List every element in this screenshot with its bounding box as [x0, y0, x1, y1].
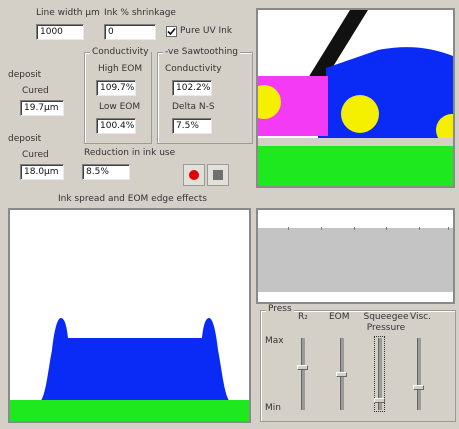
app-window: Line width µm 1000 Ink % shrinkage 0 Pur… [0, 0, 459, 429]
record-button[interactable] [183, 164, 205, 186]
press-col-visc: Visc. [410, 312, 431, 322]
sawtooth-conductivity-label: Conductivity [165, 64, 222, 74]
ink-spread-side-view [256, 208, 455, 304]
line-width-label: Line width µm [36, 8, 100, 18]
high-eom-label: High EOM [98, 64, 143, 74]
ink-shrinkage-input[interactable]: 0 [104, 24, 156, 40]
ink-spread-side-graphic [258, 210, 453, 302]
cured-value-2[interactable]: 18.0µm [20, 164, 64, 180]
viscosity-slider-thumb[interactable] [413, 385, 424, 390]
ink-profile-view [8, 208, 251, 423]
r2-slider-thumb[interactable] [297, 365, 308, 370]
cured-label-2: Cured [22, 150, 49, 160]
cured-value-1[interactable]: 19.7µm [20, 100, 64, 116]
checkmark-icon [167, 27, 176, 36]
line-width-input[interactable]: 1000 [36, 24, 84, 40]
high-eom-value[interactable]: 109.7% [96, 80, 136, 96]
chart-caption: Ink spread and EOM edge effects [58, 194, 207, 204]
sawtooth-conductivity-value[interactable]: 102.2% [172, 80, 212, 96]
conductivity-group-title: Conductivity [90, 47, 151, 57]
deposit-label-1: deposit [8, 70, 42, 80]
delta-ns-value[interactable]: 7.5% [172, 118, 212, 134]
low-eom-label: Low EOM [99, 102, 141, 112]
sawtoothing-group-title: -ve Sawtoothing [163, 47, 241, 57]
stop-button[interactable] [207, 164, 229, 186]
reduction-value[interactable]: 8.5% [82, 164, 130, 180]
delta-ns-label: Delta N-S [172, 102, 215, 112]
press-group-title: Press [266, 304, 294, 314]
reduction-label: Reduction in ink use [84, 148, 176, 158]
viscosity-slider-track [417, 338, 421, 410]
r2-slider-track [301, 338, 305, 410]
eom-slider-thumb[interactable] [336, 372, 347, 377]
press-col-eom: EOM [329, 312, 350, 322]
stop-icon [213, 170, 223, 180]
ink-shrinkage-label: Ink % shrinkage [104, 8, 176, 18]
pure-uv-checkbox[interactable] [166, 26, 177, 37]
print-simulation-graphic [258, 10, 453, 186]
press-group [260, 310, 456, 422]
cured-label-1: Cured [22, 86, 49, 96]
press-min-label: Min [265, 403, 281, 413]
low-eom-value[interactable]: 100.4% [96, 118, 136, 134]
deposit-label-2: deposit [8, 134, 42, 144]
press-col-r2: R₂ [298, 312, 308, 322]
press-max-label: Max [265, 336, 284, 346]
pure-uv-label: Pure UV Ink [180, 26, 233, 36]
squeegee-slider-thumb[interactable] [374, 398, 385, 403]
print-simulation-view [256, 8, 455, 188]
ink-profile-graphic [10, 210, 249, 421]
record-icon [189, 170, 199, 180]
press-col-squeegee: Squeegee Pressure [363, 312, 409, 333]
